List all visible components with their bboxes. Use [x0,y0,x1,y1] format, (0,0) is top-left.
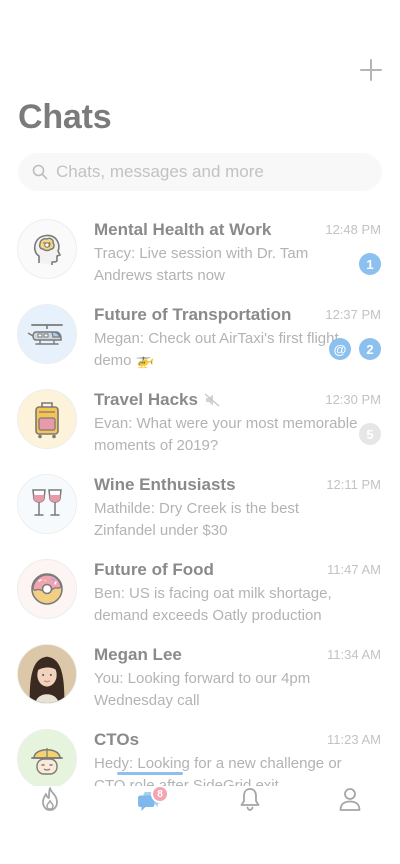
unread-badge: 5 [359,423,381,445]
mute-icon [204,393,220,407]
helicopter-icon [27,324,63,345]
search-bar[interactable] [18,153,382,191]
page-title: Chats [18,98,112,136]
chat-list: Mental Health at Work 12:48 PM Tracy: Li… [0,212,400,786]
tab-trending[interactable] [0,786,100,820]
mention-badge: @ [329,338,351,360]
chat-preview: Ben: US is facing oat milk shortage, dem… [94,585,332,624]
chat-item-megan-lee[interactable]: Megan Lee 11:34 AM You: Looking forward … [0,637,400,722]
chat-name: Megan Lee [94,645,182,664]
chat-time: 11:34 AM [327,647,381,662]
chat-preview: Hedy: Looking for a new challenge or CTO… [94,755,342,786]
tab-chats[interactable] [100,786,200,820]
chat-preview: Megan: Check out AirTaxi's first flight … [94,330,339,369]
tab-notifications[interactable] [200,786,300,820]
tab-profile[interactable] [300,786,400,820]
chat-preview: Mathilde: Dry Creek is the best Zinfande… [94,500,300,539]
unread-badge: 1 [359,253,381,275]
chat-preview: You: Looking forward to our 4pm Wednesda… [94,670,311,709]
chat-name: Travel Hacks [94,390,220,410]
active-tab-indicator [117,772,183,775]
search-icon [32,164,48,180]
chat-name: Wine Enthusiasts [94,475,236,494]
chat-time: 12:37 PM [325,307,381,322]
unread-badge: 2 [359,338,381,360]
chat-preview: Tracy: Live session with Dr. Tam Andrews… [94,245,309,284]
chat-item-future-of-food[interactable]: Future of Food 11:47 AM Ben: US is facin… [0,552,400,637]
engineer-icon [31,748,63,775]
chat-name-text: Travel Hacks [94,390,198,409]
tab-bar [0,786,400,864]
flame-icon [42,787,58,811]
chat-item-mental-health[interactable]: Mental Health at Work 12:48 PM Tracy: Li… [0,212,400,297]
avatar [17,474,77,534]
avatar [17,389,77,449]
avatar [17,219,77,279]
brain-head-icon [33,234,61,265]
person-photo-icon [18,645,76,703]
chat-time: 11:23 AM [327,732,381,747]
chat-preview: Evan: What were your most memorable mome… [94,415,358,454]
chat-time: 12:11 PM [326,477,381,492]
new-chat-button[interactable] [358,57,384,83]
chat-time: 12:48 PM [325,222,381,237]
wine-glasses-icon [32,489,62,516]
chat-name: Future of Transportation [94,305,292,324]
chat-item-ctos[interactable]: CTOs 11:23 AM Hedy: Looking for a new ch… [0,722,400,786]
chat-time: 11:47 AM [327,562,381,577]
chat-item-wine-enthusiasts[interactable]: Wine Enthusiasts 12:11 PM Mathilde: Dry … [0,467,400,552]
chat-name: Future of Food [94,560,214,579]
avatar [17,644,77,704]
bell-icon [240,788,260,811]
chat-item-travel-hacks[interactable]: Travel Hacks 12:30 PM Evan: What were yo… [0,382,400,467]
avatar [17,559,77,619]
donut-icon [31,573,63,605]
search-input[interactable] [56,162,356,182]
profile-icon [339,788,361,811]
chats-tab-badge: 8 [151,785,169,803]
chat-item-future-of-transportation[interactable]: Future of Transportation 12:37 PM Megan:… [0,297,400,382]
chat-name: CTOs [94,730,140,749]
chat-name: Mental Health at Work [94,220,272,239]
suitcase-icon [35,402,59,439]
avatar [17,304,77,364]
chat-time: 12:30 PM [325,392,381,407]
avatar [17,729,77,786]
